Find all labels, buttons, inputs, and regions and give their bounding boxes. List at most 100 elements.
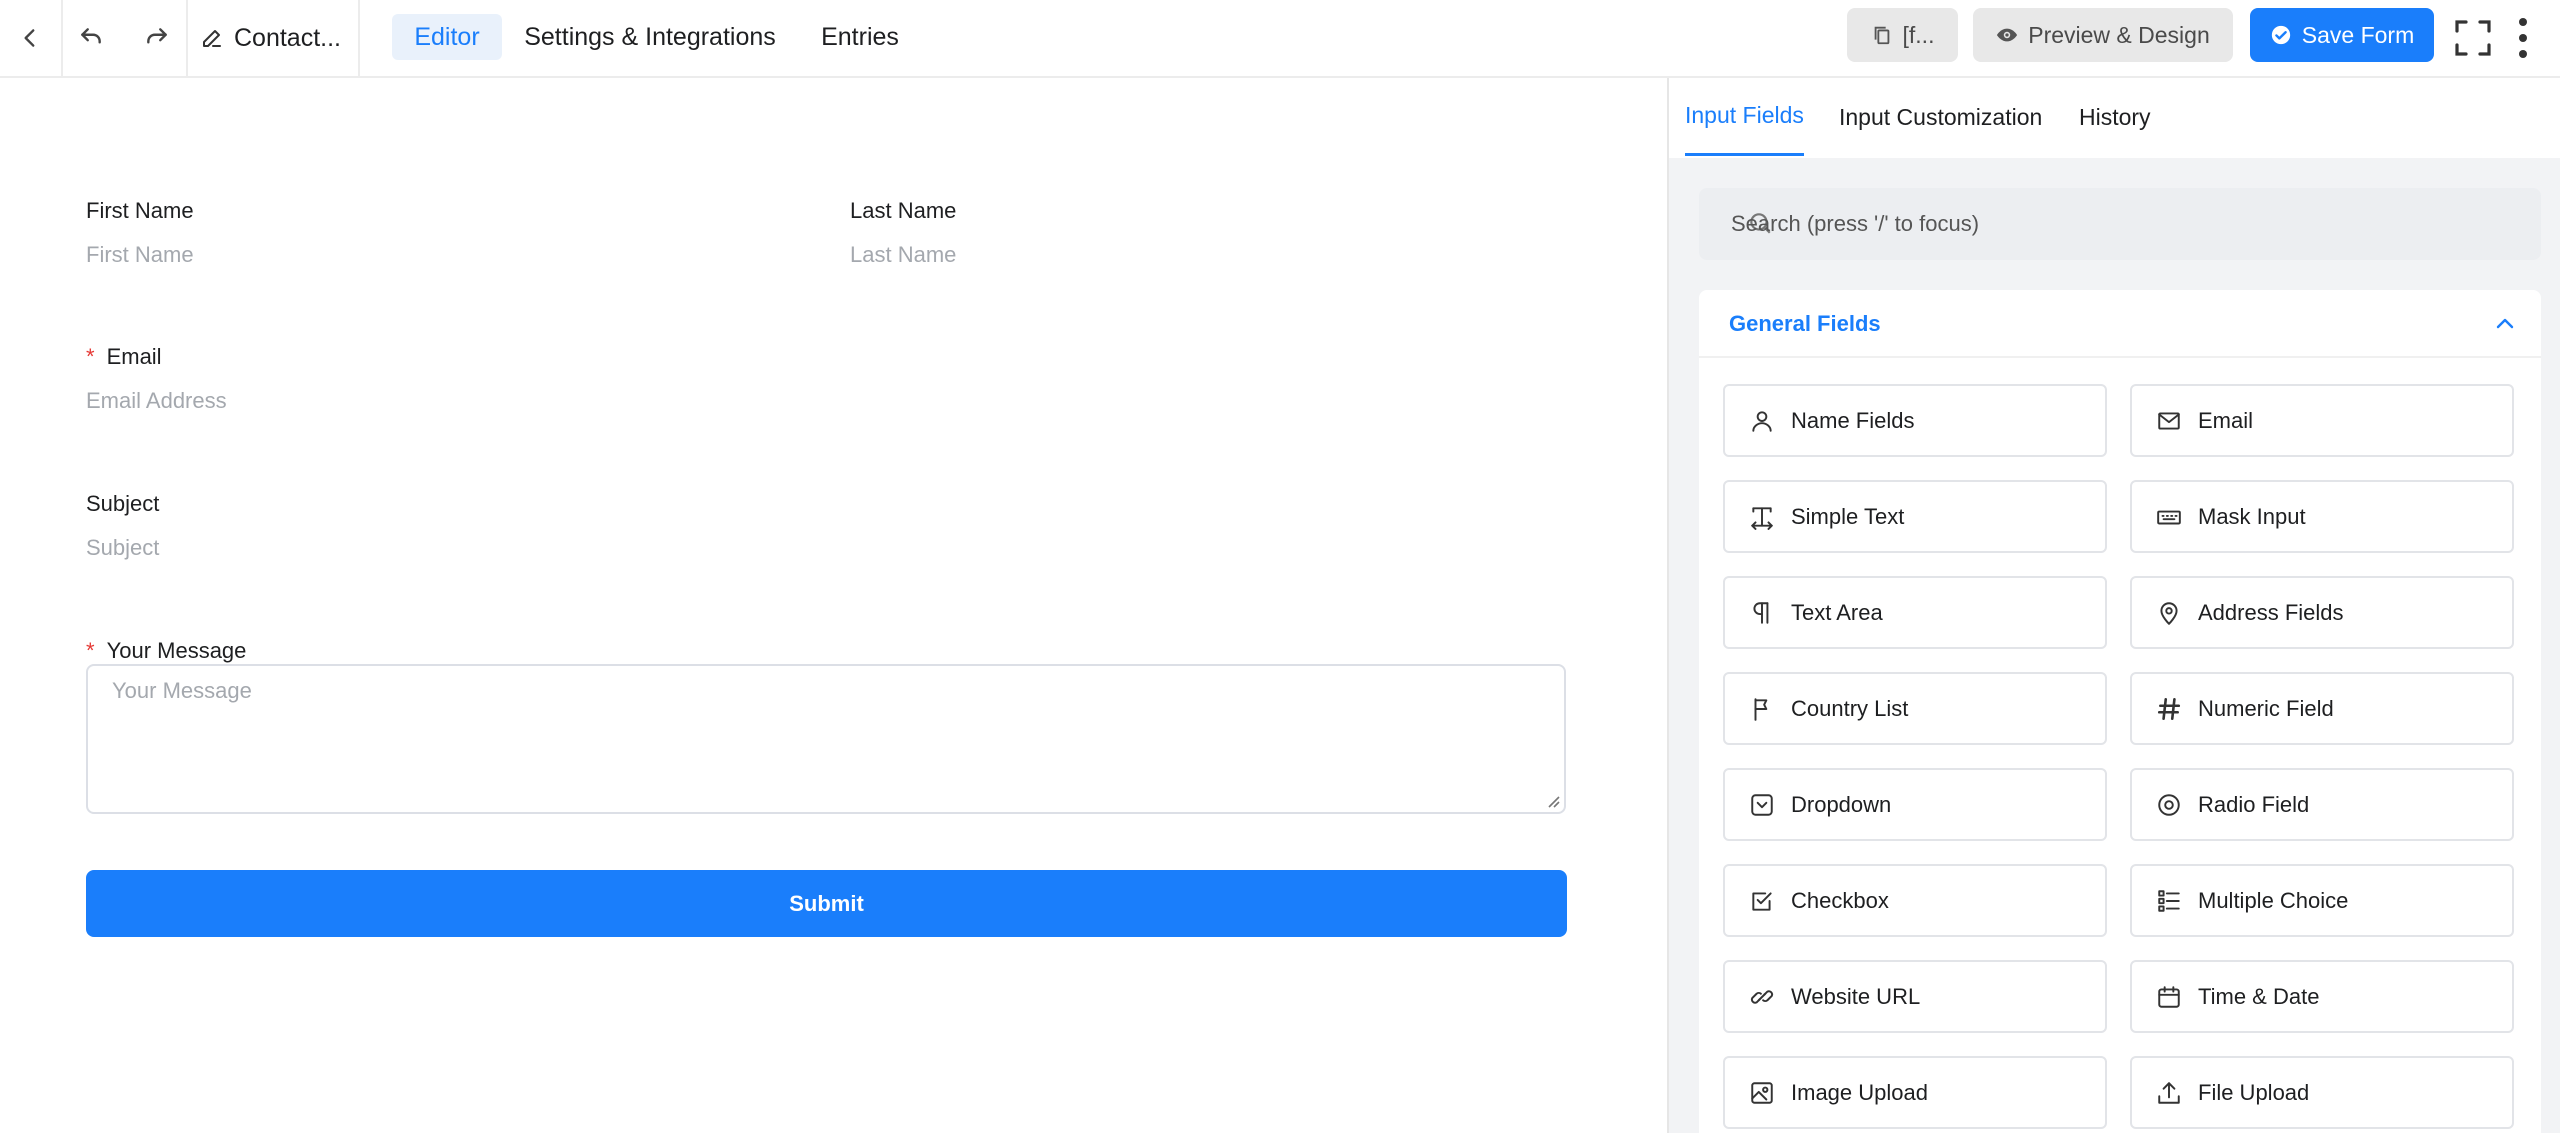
- user-icon: [1749, 408, 1775, 434]
- field-label: Checkbox: [1791, 887, 1889, 913]
- tab-input-customization[interactable]: Input Customization: [1839, 78, 2042, 156]
- first-name-label: First Name: [86, 198, 194, 223]
- field-dropdown[interactable]: Dropdown: [1723, 768, 2107, 841]
- message-label: * Your Message: [86, 638, 246, 664]
- field-text-area[interactable]: Text Area: [1723, 576, 2107, 649]
- field-label: Mask Input: [2198, 503, 2306, 529]
- field-search-input[interactable]: Search (press '/' to focus): [1699, 188, 2541, 260]
- field-address-fields[interactable]: Address Fields: [2130, 576, 2514, 649]
- image-icon: [1749, 1080, 1775, 1106]
- check-circle-icon: [2271, 25, 2290, 45]
- fields-panel: Input Fields Input Customization History…: [1667, 78, 2560, 1133]
- email-label-text: Email: [106, 344, 162, 369]
- tab-history[interactable]: History: [2079, 78, 2151, 156]
- pencil-icon: [203, 30, 221, 47]
- copy-icon: [1874, 26, 1889, 45]
- email-input[interactable]: Email Address: [86, 388, 227, 414]
- field-label: Radio Field: [2198, 791, 2310, 817]
- top-bar: Contact... Editor Settings & Integration…: [0, 0, 2560, 78]
- field-label: Simple Text: [1791, 503, 1905, 529]
- kebab-dot: [2519, 34, 2527, 42]
- eye-icon: [1997, 28, 2018, 42]
- field-name-fields[interactable]: Name Fields: [1723, 384, 2107, 457]
- tab-entries[interactable]: Entries: [800, 14, 920, 60]
- field-website-url[interactable]: Website URL: [1723, 960, 2107, 1033]
- field-label: Email: [2198, 407, 2254, 433]
- last-name-input[interactable]: Last Name: [850, 242, 956, 268]
- field-simple-text[interactable]: Simple Text: [1723, 480, 2107, 553]
- general-fields-group: General Fields Name Fields Email Simple …: [1699, 290, 2541, 1133]
- form-title-text: Contact...: [234, 23, 341, 52]
- field-label: Dropdown: [1791, 791, 1892, 817]
- required-mark: *: [86, 638, 95, 663]
- kebab-dot: [2519, 50, 2527, 58]
- email-label: * Email: [86, 344, 162, 370]
- field-label: Website URL: [1791, 983, 1921, 1009]
- save-form-button[interactable]: Save Form: [2250, 8, 2434, 62]
- chevron-left-icon: [24, 29, 35, 47]
- field-label: File Upload: [2198, 1079, 2310, 1105]
- field-multiple-choice[interactable]: Multiple Choice: [2130, 864, 2514, 937]
- link-icon: [1749, 984, 1775, 1010]
- more-options-button[interactable]: [2514, 14, 2532, 62]
- group-title: General Fields: [1729, 311, 1881, 336]
- field-checkbox[interactable]: Checkbox: [1723, 864, 2107, 937]
- message-textarea[interactable]: Your Message: [86, 664, 1566, 814]
- map-pin-icon: [2156, 600, 2182, 626]
- search-placeholder: Search (press '/' to focus): [1731, 211, 1980, 236]
- tab-input-fields[interactable]: Input Fields: [1685, 78, 1804, 156]
- last-name-label: Last Name: [850, 198, 957, 223]
- field-radio-field[interactable]: Radio Field: [2130, 768, 2514, 841]
- redo-icon: [147, 28, 167, 44]
- form-canvas: First Name First Name Last Name Last Nam…: [0, 78, 1667, 1133]
- field-label: Text Area: [1791, 599, 1883, 625]
- message-label-text: Your Message: [106, 638, 247, 663]
- field-label: Name Fields: [1791, 407, 1915, 433]
- submit-button[interactable]: Submit: [86, 870, 1567, 937]
- field-label: Country List: [1791, 695, 1909, 721]
- fullscreen-icon: [2455, 20, 2491, 56]
- general-fields-header[interactable]: General Fields: [1699, 290, 2541, 358]
- tab-editor[interactable]: Editor: [392, 14, 502, 60]
- undo-icon: [81, 28, 101, 44]
- text-cursor-icon: [1749, 504, 1775, 530]
- field-email[interactable]: Email: [2130, 384, 2514, 457]
- preview-label: Preview & Design: [2028, 21, 2210, 48]
- undo-button[interactable]: [64, 0, 118, 76]
- subject-input[interactable]: Subject: [86, 535, 159, 561]
- field-label: Numeric Field: [2198, 695, 2334, 721]
- kebab-dot: [2519, 18, 2527, 26]
- dropdown-icon: [1749, 792, 1775, 818]
- form-title[interactable]: Contact...: [200, 0, 341, 76]
- save-label: Save Form: [2301, 21, 2415, 48]
- list-check-icon: [2156, 888, 2182, 914]
- chevron-up-icon: [2496, 318, 2514, 329]
- radio-icon: [2156, 792, 2182, 818]
- field-time-date[interactable]: Time & Date: [2130, 960, 2514, 1033]
- shortcode-button[interactable]: [f...: [1847, 8, 1958, 62]
- first-name-input[interactable]: First Name: [86, 242, 194, 268]
- paragraph-icon: [1749, 600, 1775, 626]
- calendar-icon: [2156, 984, 2182, 1010]
- tab-settings-integrations[interactable]: Settings & Integrations: [510, 14, 790, 60]
- back-button[interactable]: [0, 0, 60, 76]
- field-image-upload[interactable]: Image Upload: [1723, 1056, 2107, 1129]
- field-country-list[interactable]: Country List: [1723, 672, 2107, 745]
- subject-label: Subject: [86, 491, 160, 516]
- resize-handle-icon[interactable]: [1546, 794, 1560, 808]
- redo-button[interactable]: [130, 0, 184, 76]
- fullscreen-button[interactable]: [2450, 0, 2496, 76]
- field-mask-input[interactable]: Mask Input: [2130, 480, 2514, 553]
- required-mark: *: [86, 344, 95, 369]
- field-file-upload[interactable]: File Upload: [2130, 1056, 2514, 1129]
- preview-design-button[interactable]: Preview & Design: [1973, 8, 2233, 62]
- field-label: Address Fields: [2198, 599, 2344, 625]
- hash-icon: [2156, 696, 2182, 722]
- upload-icon: [2156, 1080, 2182, 1106]
- message-placeholder: Your Message: [112, 678, 252, 703]
- field-label: Image Upload: [1791, 1079, 1928, 1105]
- checkbox-icon: [1749, 888, 1775, 914]
- field-numeric-field[interactable]: Numeric Field: [2130, 672, 2514, 745]
- shortcode-label: [f...: [1902, 21, 1935, 48]
- field-label: Time & Date: [2198, 983, 2320, 1009]
